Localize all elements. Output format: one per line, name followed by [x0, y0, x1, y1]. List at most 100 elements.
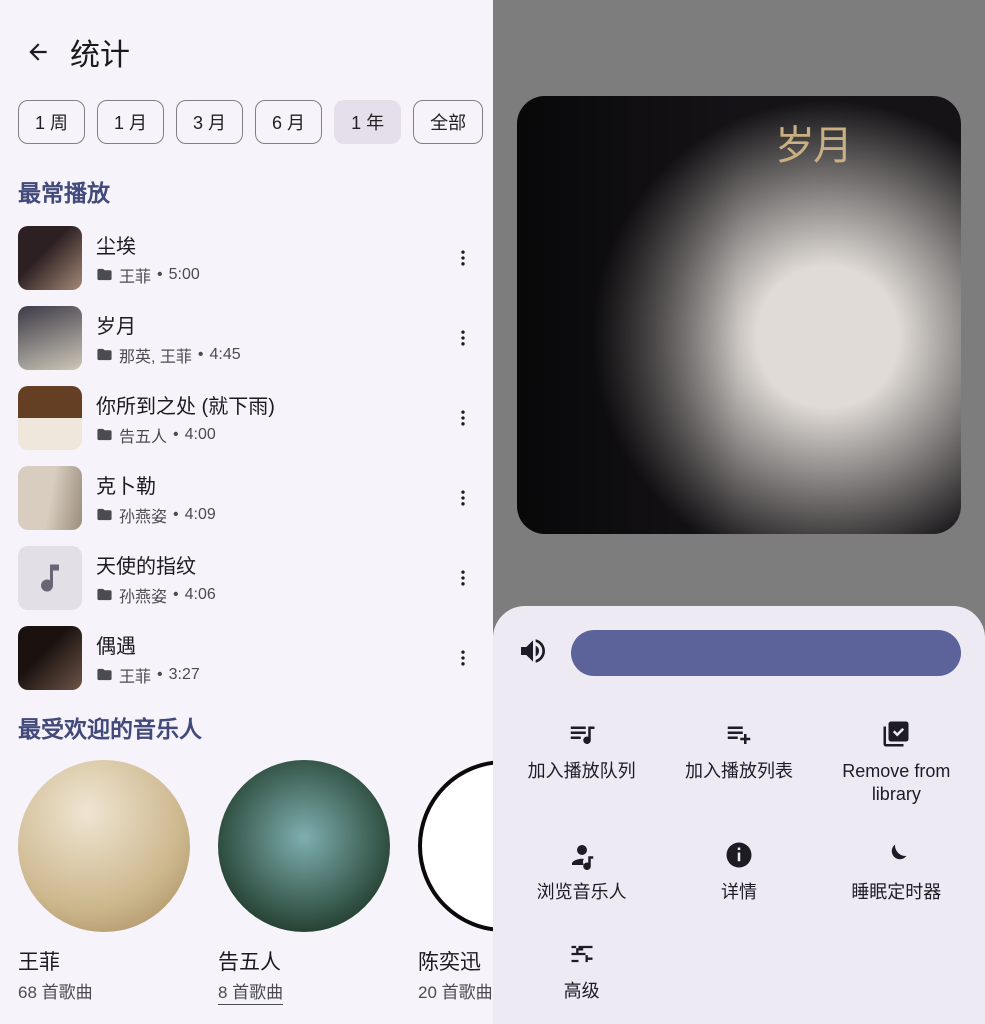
action-details[interactable]: 详情: [660, 839, 817, 904]
track-row[interactable]: 尘埃 王菲 • 5:00: [18, 218, 485, 298]
folder-icon: [96, 666, 113, 683]
track-artist: 告五人: [119, 423, 167, 447]
track-duration: 4:06: [185, 586, 216, 604]
track-more-button[interactable]: [441, 568, 485, 588]
track-meta: 你所到之处 (就下雨) 告五人 • 4:00: [82, 390, 441, 447]
track-more-button[interactable]: [441, 328, 485, 348]
back-button[interactable]: [20, 34, 56, 70]
track-artwork: [18, 226, 82, 290]
track-title: 岁月: [96, 310, 427, 339]
track-more-button[interactable]: [441, 648, 485, 668]
artist-card[interactable]: 陈奕迅 20 首歌曲: [418, 760, 493, 1005]
track-list: 尘埃 王菲 • 5:00 岁月 那英, 王菲 • 4:45: [0, 218, 493, 698]
volume-row: [493, 630, 985, 706]
track-artwork: [18, 466, 82, 530]
artist-song-count: 20 首歌曲: [418, 978, 493, 1003]
volume-icon[interactable]: [517, 635, 549, 672]
track-more-button[interactable]: [441, 248, 485, 268]
header: 统计: [0, 0, 493, 96]
playlist-add-icon: [724, 718, 754, 750]
action-remove-from-library[interactable]: Remove from library: [818, 718, 975, 805]
track-row[interactable]: 克卜勒 孙燕姿 • 4:09: [18, 458, 485, 538]
action-label: 详情: [721, 881, 757, 904]
track-row[interactable]: 天使的指纹 孙燕姿 • 4:06: [18, 538, 485, 618]
track-row[interactable]: 岁月 那英, 王菲 • 4:45: [18, 298, 485, 378]
artist-name: 陈奕迅: [418, 946, 493, 976]
page-title: 统计: [70, 30, 130, 74]
track-artist: 王菲: [119, 663, 151, 687]
action-label: 加入播放队列: [528, 760, 636, 783]
action-label: 加入播放列表: [685, 760, 793, 783]
chip-all[interactable]: 全部: [413, 100, 483, 144]
more-vert-icon: [453, 408, 473, 428]
folder-icon: [96, 426, 113, 443]
bottom-sheet: 加入播放队列 加入播放列表 Remove from library 浏览音乐人 …: [493, 606, 985, 1024]
track-title: 你所到之处 (就下雨): [96, 390, 427, 419]
tune-icon: [568, 938, 596, 970]
moon-icon: [882, 839, 910, 871]
track-subtitle: 告五人 • 4:00: [96, 423, 427, 447]
track-duration: 4:45: [210, 346, 241, 364]
chip-1m[interactable]: 1 月: [97, 100, 164, 144]
action-sleep-timer[interactable]: 睡眠定时器: [818, 839, 975, 904]
artist-icon: [567, 839, 597, 871]
track-artist: 孙燕姿: [119, 503, 167, 527]
track-artist: 孙燕姿: [119, 583, 167, 607]
chip-6m[interactable]: 6 月: [255, 100, 322, 144]
stats-screen: 统计 1 周 1 月 3 月 6 月 1 年 全部 最常播放 尘埃 王菲 • 5…: [0, 0, 493, 1024]
folder-icon: [96, 506, 113, 523]
track-artist: 王菲: [119, 263, 151, 287]
track-subtitle: 孙燕姿 • 4:09: [96, 503, 427, 527]
track-row[interactable]: 你所到之处 (就下雨) 告五人 • 4:00: [18, 378, 485, 458]
chip-1y[interactable]: 1 年: [334, 100, 401, 144]
track-row[interactable]: 偶遇 王菲 • 3:27: [18, 618, 485, 698]
artist-list: 王菲 68 首歌曲 告五人 8 首歌曲 陈奕迅 20 首歌曲: [0, 754, 493, 1005]
track-subtitle: 王菲 • 5:00: [96, 263, 427, 287]
track-more-button[interactable]: [441, 488, 485, 508]
track-artwork: [18, 546, 82, 610]
artist-card[interactable]: 告五人 8 首歌曲: [218, 760, 390, 1005]
track-duration: 5:00: [169, 266, 200, 284]
more-vert-icon: [453, 568, 473, 588]
track-title: 偶遇: [96, 630, 427, 659]
action-add-to-playlist[interactable]: 加入播放列表: [660, 718, 817, 805]
action-browse-artist[interactable]: 浏览音乐人: [503, 839, 660, 904]
artist-avatar: [218, 760, 390, 932]
more-vert-icon: [453, 648, 473, 668]
volume-slider[interactable]: [571, 630, 961, 676]
folder-icon: [96, 266, 113, 283]
track-artwork: [18, 626, 82, 690]
time-range-chips: 1 周 1 月 3 月 6 月 1 年 全部: [0, 96, 493, 162]
info-icon: [724, 839, 754, 871]
track-meta: 尘埃 王菲 • 5:00: [82, 230, 441, 287]
track-duration: 4:00: [185, 426, 216, 444]
folder-icon: [96, 586, 113, 603]
track-duration: 4:09: [185, 506, 216, 524]
chip-1w[interactable]: 1 周: [18, 100, 85, 144]
artist-name: 告五人: [218, 946, 390, 976]
section-top-artists: 最受欢迎的音乐人: [0, 698, 493, 754]
queue-music-icon: [567, 718, 597, 750]
artist-card[interactable]: 王菲 68 首歌曲: [18, 760, 190, 1005]
section-most-played: 最常播放: [0, 162, 493, 218]
music-note-icon: [32, 560, 68, 596]
track-artwork: [18, 306, 82, 370]
chip-3m[interactable]: 3 月: [176, 100, 243, 144]
artist-name: 王菲: [18, 946, 190, 976]
artist-song-count: 68 首歌曲: [18, 978, 93, 1003]
action-label: 浏览音乐人: [537, 881, 627, 904]
action-label: 高级: [564, 980, 600, 1003]
track-artist: 那英, 王菲: [119, 343, 192, 367]
arrow-back-icon: [25, 39, 51, 65]
folder-icon: [96, 346, 113, 363]
action-label: Remove from library: [822, 760, 971, 805]
action-add-to-queue[interactable]: 加入播放队列: [503, 718, 660, 805]
library-check-icon: [881, 718, 911, 750]
track-subtitle: 王菲 • 3:27: [96, 663, 427, 687]
artist-avatar: [418, 760, 493, 932]
track-meta: 天使的指纹 孙燕姿 • 4:06: [82, 550, 441, 607]
action-advanced[interactable]: 高级: [503, 938, 660, 1003]
track-meta: 岁月 那英, 王菲 • 4:45: [82, 310, 441, 367]
track-title: 克卜勒: [96, 470, 427, 499]
track-more-button[interactable]: [441, 408, 485, 428]
